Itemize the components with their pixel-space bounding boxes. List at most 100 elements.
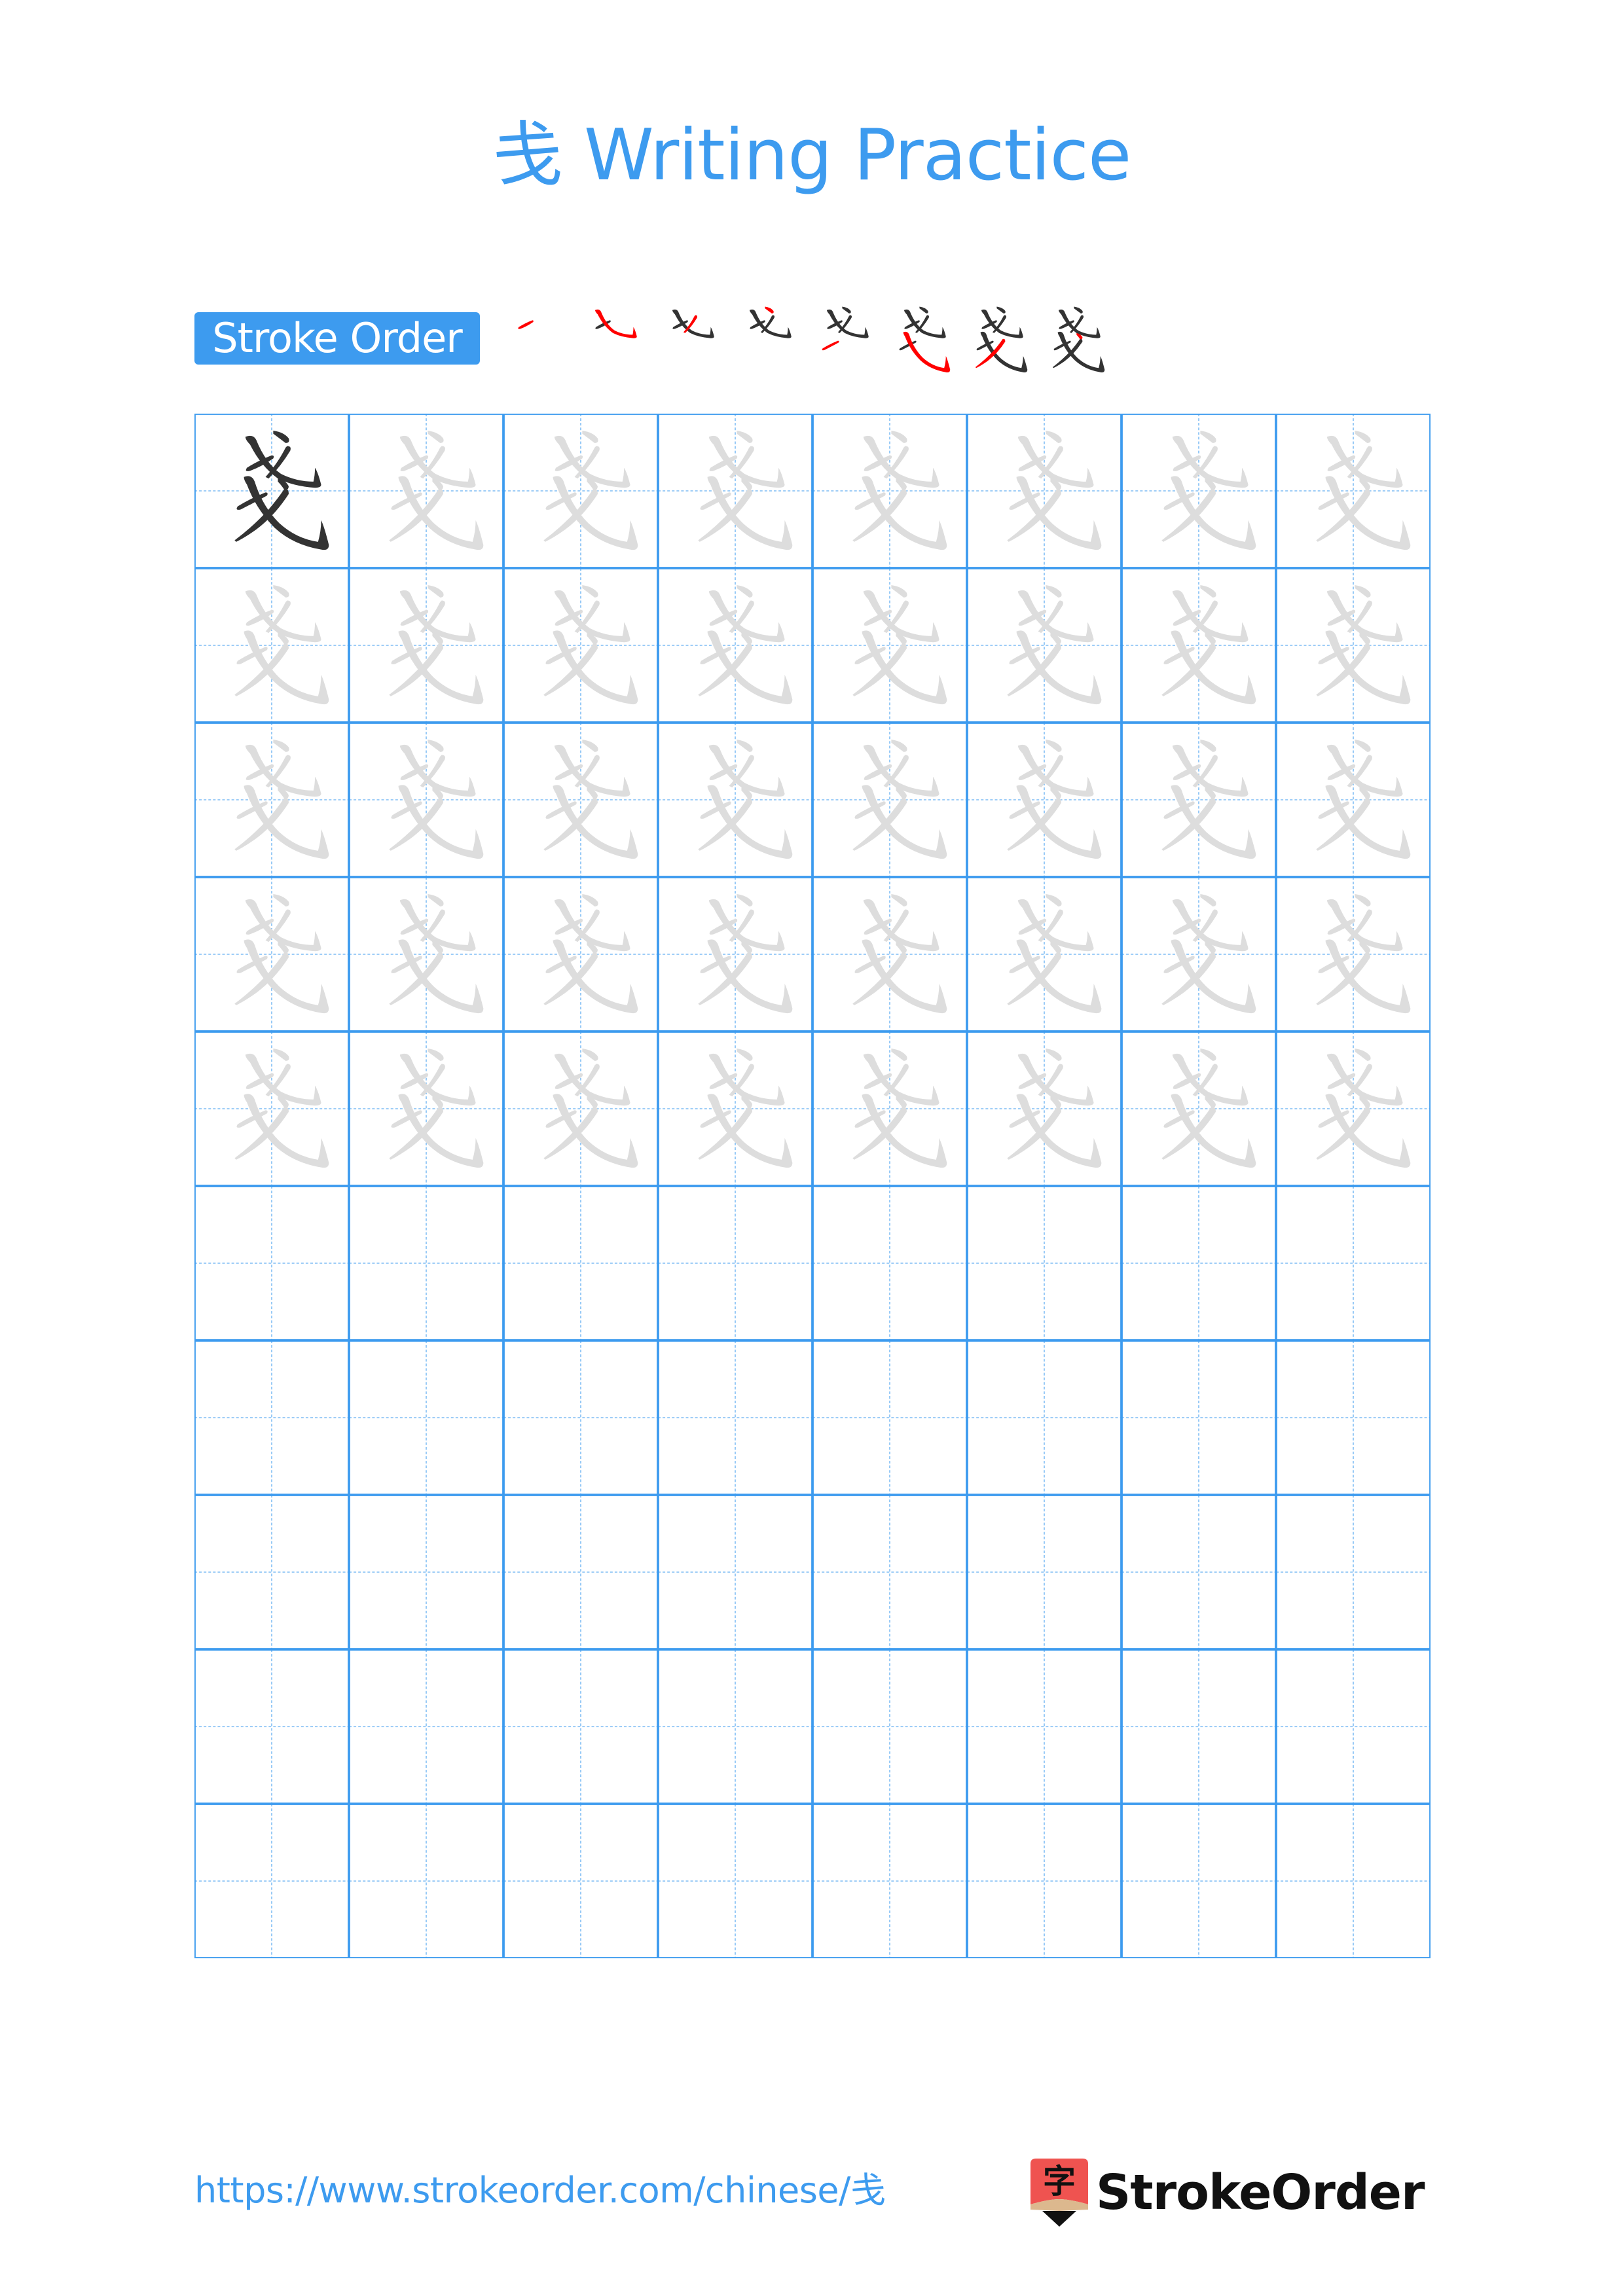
- empty-practice-cell[interactable]: [658, 1804, 812, 1958]
- empty-practice-cell[interactable]: [503, 1649, 658, 1804]
- trace-cell[interactable]: [658, 877, 812, 1031]
- practice-grid: [194, 414, 1431, 1958]
- empty-practice-cell[interactable]: [1122, 1649, 1276, 1804]
- empty-practice-cell[interactable]: [1276, 1186, 1431, 1340]
- empty-practice-cell[interactable]: [658, 1340, 812, 1495]
- empty-practice-cell[interactable]: [349, 1340, 503, 1495]
- trace-cell[interactable]: [812, 723, 967, 877]
- empty-practice-cell[interactable]: [503, 1804, 658, 1958]
- empty-practice-cell[interactable]: [1276, 1495, 1431, 1649]
- trace-cell[interactable]: [194, 877, 349, 1031]
- empty-practice-cell[interactable]: [349, 1186, 503, 1340]
- empty-practice-cell[interactable]: [812, 1804, 967, 1958]
- empty-practice-cell[interactable]: [967, 1186, 1122, 1340]
- stroke-2: [826, 309, 869, 338]
- empty-practice-cell[interactable]: [349, 1804, 503, 1958]
- trace-cell[interactable]: [967, 723, 1122, 877]
- stroke-2: [1172, 899, 1249, 952]
- stroke-4: [996, 306, 1006, 314]
- trace-cell[interactable]: [1122, 877, 1276, 1031]
- strokeorder-logo[interactable]: 字 StrokeOrder: [1030, 2159, 1425, 2227]
- empty-practice-cell[interactable]: [812, 1495, 967, 1649]
- trace-cell[interactable]: [503, 568, 658, 723]
- empty-practice-cell[interactable]: [967, 1340, 1122, 1495]
- trace-cell[interactable]: [967, 568, 1122, 723]
- model-cell[interactable]: [194, 414, 349, 568]
- trace-cell[interactable]: [503, 1031, 658, 1186]
- empty-practice-cell[interactable]: [1276, 1649, 1431, 1804]
- empty-practice-cell[interactable]: [194, 1340, 349, 1495]
- stroke-4: [891, 584, 907, 598]
- trace-cell[interactable]: [967, 877, 1122, 1031]
- stroke-4: [428, 893, 444, 906]
- stroke-2: [399, 1053, 476, 1106]
- stroke-2: [399, 744, 476, 797]
- empty-practice-cell[interactable]: [1276, 1340, 1431, 1495]
- stroke-2: [1326, 435, 1403, 488]
- empty-practice-cell[interactable]: [349, 1495, 503, 1649]
- trace-cell[interactable]: [1276, 568, 1431, 723]
- empty-practice-cell[interactable]: [1122, 1804, 1276, 1958]
- empty-practice-cell[interactable]: [658, 1186, 812, 1340]
- stroke-2: [1058, 309, 1101, 338]
- trace-cell[interactable]: [194, 1031, 349, 1186]
- trace-cell[interactable]: [1276, 877, 1431, 1031]
- trace-cell[interactable]: [812, 568, 967, 723]
- trace-cell[interactable]: [658, 568, 812, 723]
- empty-practice-cell[interactable]: [503, 1340, 658, 1495]
- trace-cell[interactable]: [1122, 568, 1276, 723]
- trace-cell[interactable]: [503, 877, 658, 1031]
- trace-cell[interactable]: [967, 1031, 1122, 1186]
- empty-practice-cell[interactable]: [194, 1495, 349, 1649]
- empty-practice-cell[interactable]: [1276, 1804, 1431, 1958]
- empty-practice-cell[interactable]: [812, 1649, 967, 1804]
- stroke-step-2: [574, 302, 651, 384]
- trace-cell[interactable]: [967, 414, 1122, 568]
- trace-cell[interactable]: [812, 877, 967, 1031]
- stroke-2: [863, 590, 939, 643]
- empty-practice-cell[interactable]: [967, 1804, 1122, 1958]
- trace-cell[interactable]: [812, 414, 967, 568]
- trace-cell[interactable]: [658, 414, 812, 568]
- trace-cell[interactable]: [1276, 414, 1431, 568]
- stroke-2: [708, 1053, 785, 1106]
- trace-cell[interactable]: [503, 723, 658, 877]
- trace-cell[interactable]: [1276, 1031, 1431, 1186]
- empty-practice-cell[interactable]: [349, 1649, 503, 1804]
- stroke-4: [428, 1048, 444, 1061]
- trace-cell[interactable]: [658, 1031, 812, 1186]
- trace-cell[interactable]: [1122, 414, 1276, 568]
- empty-practice-cell[interactable]: [812, 1186, 967, 1340]
- empty-practice-cell[interactable]: [967, 1649, 1122, 1804]
- stroke-4: [1355, 893, 1371, 906]
- trace-cell[interactable]: [349, 568, 503, 723]
- empty-practice-cell[interactable]: [658, 1495, 812, 1649]
- trace-cell[interactable]: [1122, 1031, 1276, 1186]
- trace-cell[interactable]: [349, 1031, 503, 1186]
- trace-cell[interactable]: [503, 414, 658, 568]
- empty-practice-cell[interactable]: [658, 1649, 812, 1804]
- empty-practice-cell[interactable]: [503, 1186, 658, 1340]
- stroke-4: [273, 584, 289, 598]
- empty-practice-cell[interactable]: [503, 1495, 658, 1649]
- empty-practice-cell[interactable]: [1122, 1340, 1276, 1495]
- footer-url-link[interactable]: https://www.strokeorder.com/chinese/戋: [194, 2168, 886, 2214]
- stroke-4: [1355, 739, 1371, 752]
- empty-practice-cell[interactable]: [1122, 1495, 1276, 1649]
- trace-cell[interactable]: [349, 414, 503, 568]
- trace-cell[interactable]: [194, 723, 349, 877]
- empty-practice-cell[interactable]: [194, 1804, 349, 1958]
- empty-practice-cell[interactable]: [194, 1186, 349, 1340]
- empty-practice-cell[interactable]: [967, 1495, 1122, 1649]
- empty-practice-cell[interactable]: [1122, 1186, 1276, 1340]
- stroke-step-glyph: [1052, 306, 1105, 373]
- trace-cell[interactable]: [1276, 723, 1431, 877]
- trace-cell[interactable]: [194, 568, 349, 723]
- empty-practice-cell[interactable]: [812, 1340, 967, 1495]
- empty-practice-cell[interactable]: [194, 1649, 349, 1804]
- trace-cell[interactable]: [812, 1031, 967, 1186]
- trace-cell[interactable]: [349, 877, 503, 1031]
- trace-cell[interactable]: [1122, 723, 1276, 877]
- trace-cell[interactable]: [349, 723, 503, 877]
- trace-cell[interactable]: [658, 723, 812, 877]
